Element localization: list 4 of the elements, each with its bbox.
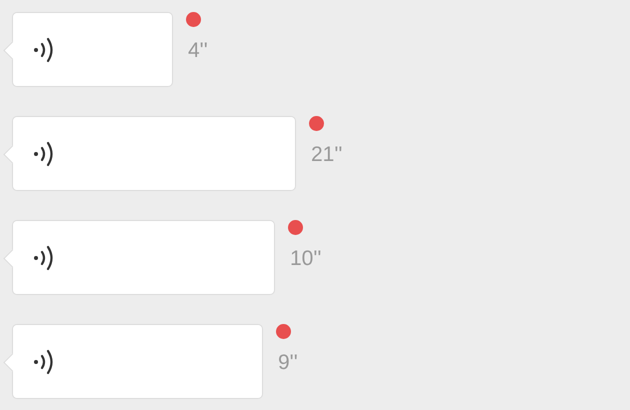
duration-label: 10'' <box>290 247 322 271</box>
duration-label: 4'' <box>188 39 208 63</box>
duration-label: 9'' <box>278 351 298 375</box>
duration-label: 21'' <box>311 143 342 167</box>
